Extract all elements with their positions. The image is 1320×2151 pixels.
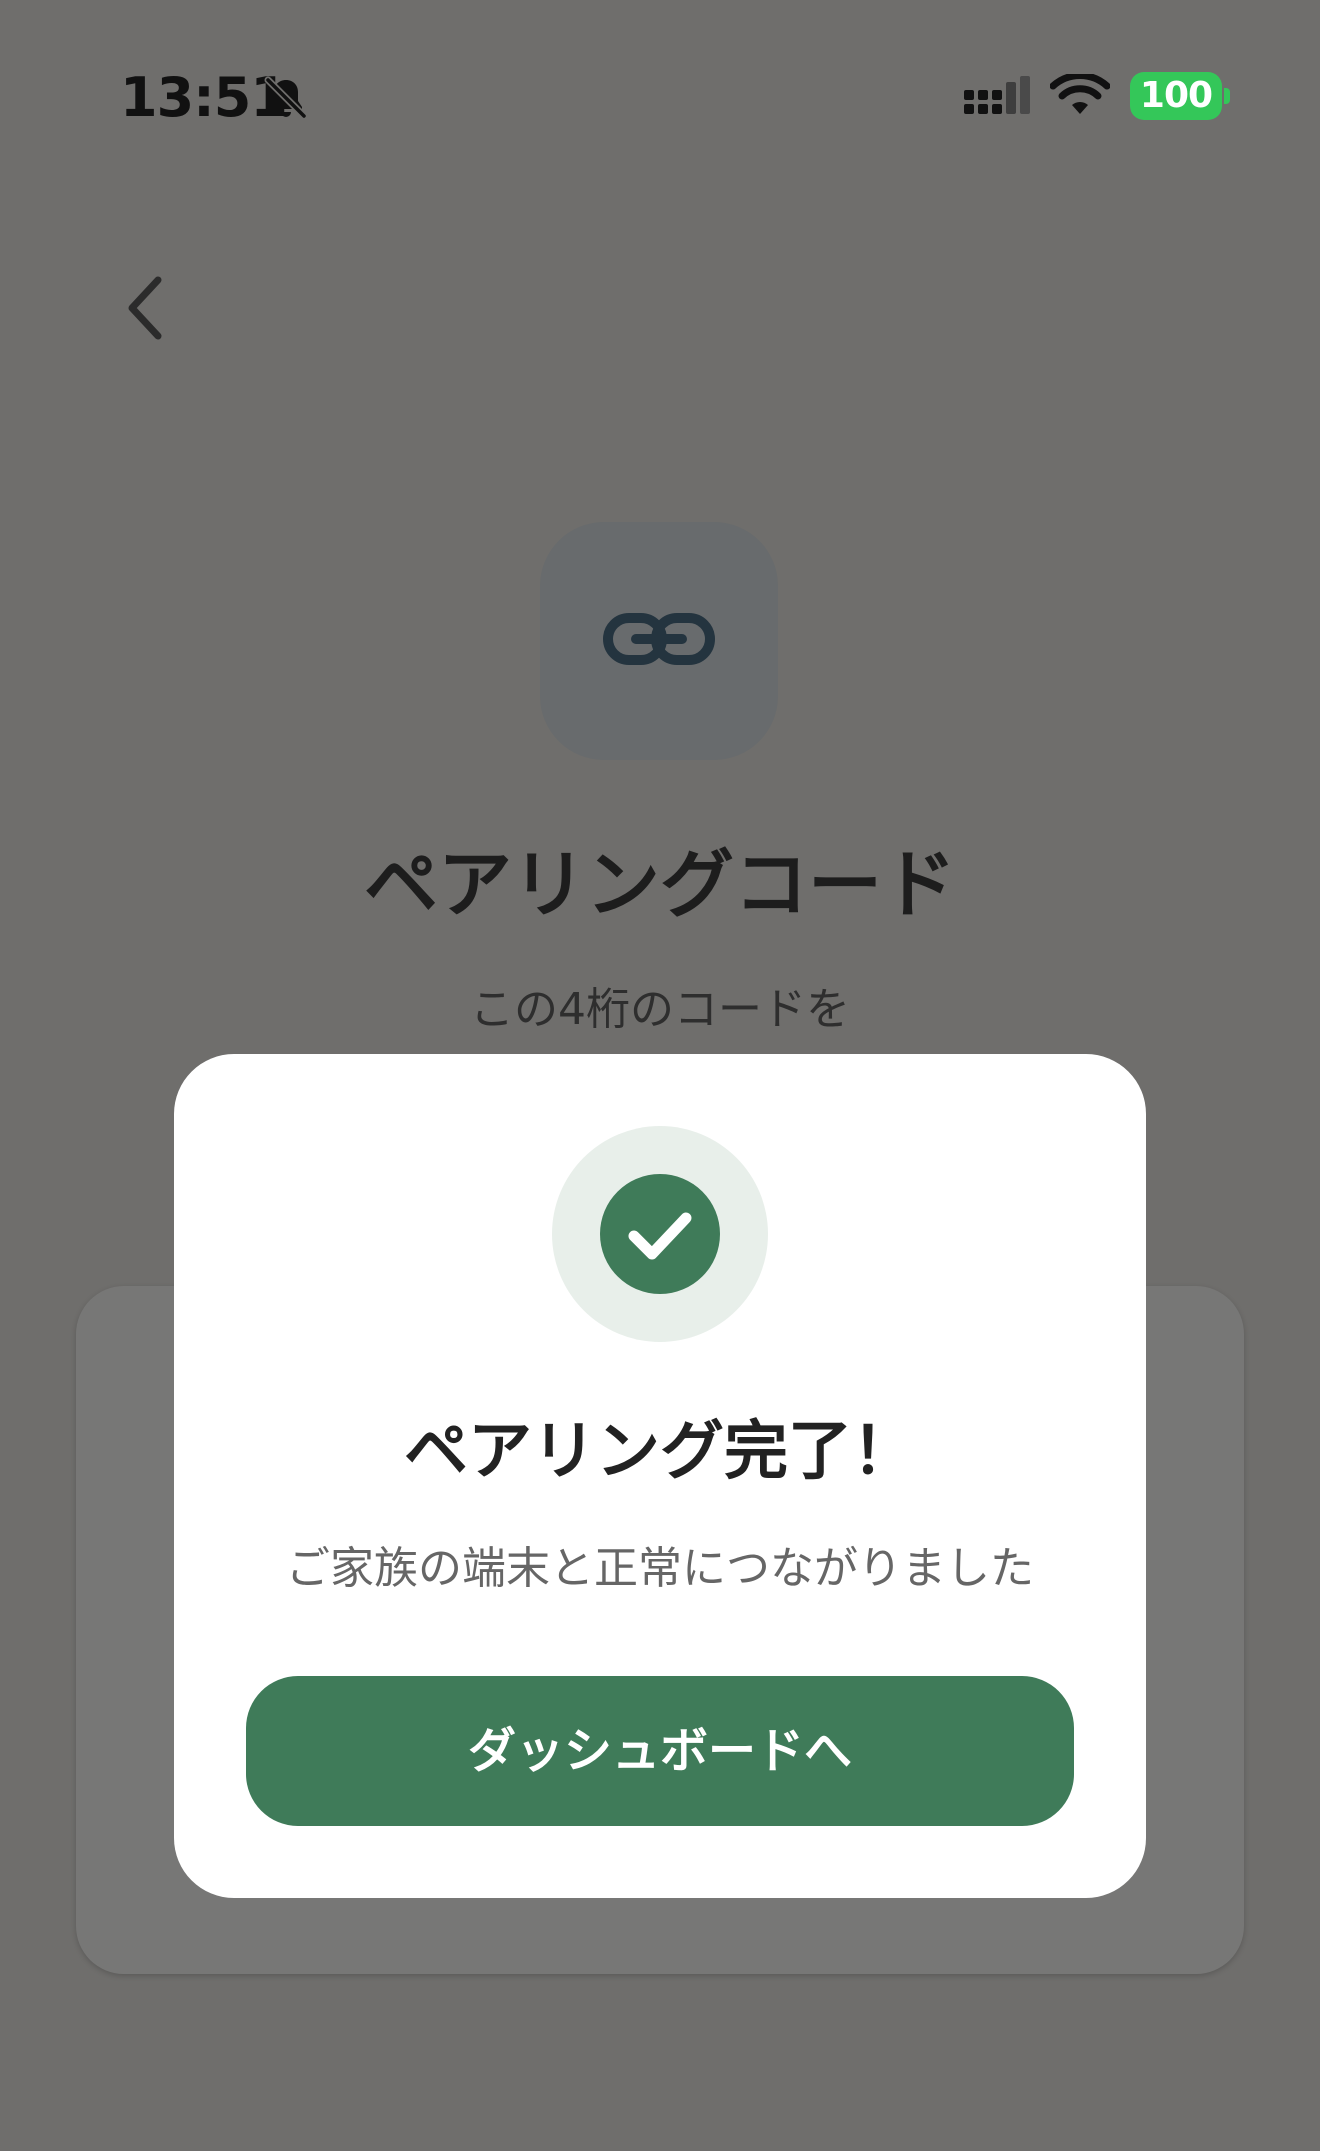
- screen: 13:51 100 ペアリングコード この4桁のコードを ペアリング完了！ ご家…: [0, 0, 1320, 2151]
- chevron-left-icon[interactable]: [118, 268, 178, 348]
- wifi-icon: [1050, 74, 1110, 114]
- pairing-success-modal: ペアリング完了！ ご家族の端末と正常につながりました ダッシュボードへ: [174, 1054, 1146, 1898]
- battery-tip: [1224, 88, 1230, 104]
- link-icon: [603, 613, 715, 665]
- link-tile: [540, 522, 778, 760]
- success-badge: [552, 1126, 768, 1342]
- modal-message: ご家族の端末と正常につながりました: [286, 1543, 1034, 1594]
- go-to-dashboard-button[interactable]: ダッシュボードへ: [246, 1676, 1074, 1826]
- battery-icon: 100: [1130, 72, 1222, 120]
- page-subtitle: この4桁のコードを: [470, 984, 850, 1035]
- bell-slash-icon: [264, 76, 308, 120]
- page-title: ペアリングコード: [364, 842, 956, 928]
- check-circle-icon: [600, 1174, 720, 1294]
- modal-title: ペアリング完了！: [404, 1415, 916, 1489]
- cellular-signal-icon: [964, 76, 1030, 114]
